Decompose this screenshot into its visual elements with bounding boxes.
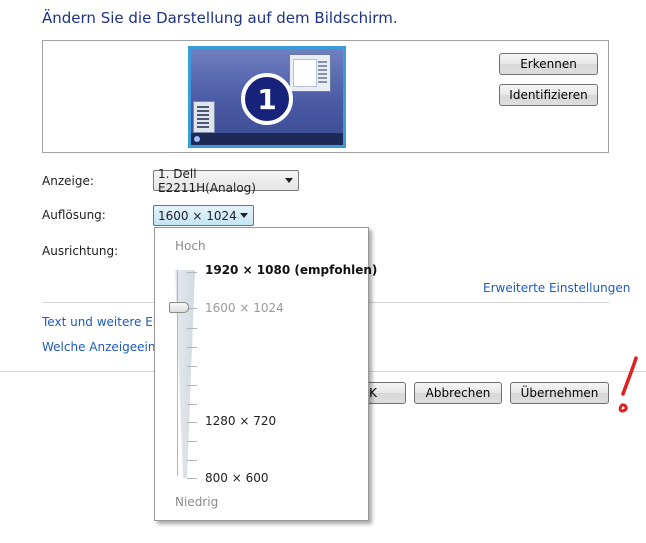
slider-tick	[187, 478, 197, 479]
slider-tick	[187, 272, 197, 273]
slider-tick	[187, 441, 197, 442]
preview-gadget-icon	[193, 101, 215, 133]
chevron-down-icon	[285, 178, 293, 183]
slider-tick	[187, 366, 197, 367]
chevron-down-icon	[240, 213, 248, 218]
display-select-value: 1. Dell E2211H(Analog)	[158, 166, 256, 195]
page-title: Ändern Sie die Darstellung auf dem Bilds…	[42, 9, 398, 27]
monitor-1-preview[interactable]: 1	[188, 46, 346, 148]
cancel-button[interactable]: Abbrechen	[414, 382, 502, 404]
slider-tick	[187, 404, 197, 405]
identify-button[interactable]: Identifizieren	[499, 84, 598, 106]
resolution-slider-thumb[interactable]	[169, 302, 189, 313]
resolution-select[interactable]: 1600 × 1024	[153, 205, 254, 226]
resolution-option[interactable]: 800 × 600	[205, 471, 269, 485]
resolution-option[interactable]: 1600 × 1024	[205, 301, 284, 315]
which-settings-link[interactable]: Welche Anzeigeeinstellungen	[42, 340, 157, 354]
slider-tick	[187, 460, 197, 461]
resolution-option[interactable]: 1920 × 1080 (empfohlen)	[205, 263, 377, 277]
slider-tick	[187, 347, 197, 348]
display-select[interactable]: 1. Dell E2211H(Analog)	[153, 167, 299, 195]
exclamation-annotation-icon	[618, 356, 638, 413]
monitor-number-badge: 1	[241, 73, 293, 125]
text-size-link[interactable]: Text und weitere Elemente	[42, 315, 157, 329]
advanced-settings-link[interactable]: Erweiterte Einstellungen	[483, 281, 630, 295]
preview-window-icon	[289, 54, 331, 92]
resolution-select-value: 1600 × 1024	[158, 208, 237, 223]
detect-button[interactable]: Erkennen	[499, 53, 598, 75]
resolution-dropdown-panel: Hoch 1920 × 1080 (empfohlen) 1600 × 1024…	[154, 227, 377, 521]
slider-tick	[187, 328, 197, 329]
slider-low-label: Niedrig	[175, 495, 219, 509]
orientation-label: Ausrichtung:	[42, 244, 119, 258]
preview-taskbar	[191, 133, 343, 145]
slider-tick	[187, 422, 197, 423]
slider-tick	[187, 385, 197, 386]
slider-track-line	[177, 270, 178, 476]
apply-button[interactable]: Übernehmen	[510, 382, 609, 404]
display-label: Anzeige:	[42, 174, 94, 188]
slider-high-label: Hoch	[175, 239, 206, 253]
resolution-option[interactable]: 1280 × 720	[205, 414, 276, 428]
resolution-label: Auflösung:	[42, 208, 106, 222]
display-preview-area: 1 Erkennen Identifizieren	[42, 40, 609, 153]
